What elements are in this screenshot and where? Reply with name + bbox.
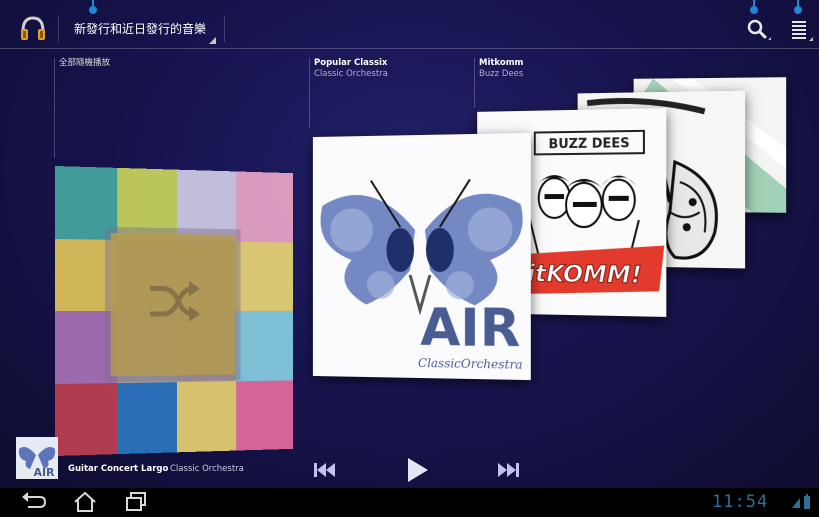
shuffle-all-label: 全部隨機播放 (59, 58, 111, 68)
previous-icon[interactable] (312, 460, 338, 484)
headphones-icon[interactable] (18, 13, 48, 43)
column-divider (54, 58, 55, 158)
status-clock: 11:54 (712, 492, 769, 512)
recent-apps-icon[interactable] (122, 491, 152, 513)
album-art-subtext: itKOMM! (527, 259, 642, 289)
album-header[interactable]: Popular Classix Classic Orchestra (314, 58, 388, 80)
column-divider (309, 58, 310, 128)
view-selector-label: 新發行和近日發行的音樂 (74, 22, 207, 36)
shuffle-icon (146, 275, 201, 329)
shuffle-tile (110, 232, 236, 377)
shuffle-color-tile (55, 311, 117, 384)
search-icon[interactable] (742, 14, 772, 44)
dropdown-corner-icon (209, 37, 216, 44)
album-header[interactable]: Mitkomm Buzz Dees (479, 58, 523, 80)
callout-marker (794, 0, 802, 14)
music-app: 新發行和近日發行的音樂 全部隨機播放 Popular Classix Class… (0, 0, 819, 488)
view-selector-dropdown[interactable]: 新發行和近日發行的音樂 (62, 10, 222, 48)
system-bar: 11:54 (0, 488, 819, 515)
album-title: Popular Classix (314, 58, 388, 68)
now-playing-bar: AIR Guitar Concert Largo Classic Orchest… (0, 432, 819, 488)
album-title: Mitkomm (479, 58, 524, 68)
album-art-text: AIR (420, 297, 520, 359)
shuffle-all-card[interactable] (55, 166, 293, 456)
shuffle-color-tile (55, 166, 117, 240)
shuffle-color-tile (235, 171, 293, 243)
thumb-art-text: AIR (33, 466, 55, 479)
shuffle-color-tile (235, 241, 293, 311)
callout-marker (750, 0, 758, 14)
divider (224, 16, 225, 42)
shuffle-color-tile (235, 311, 293, 381)
menu-icon[interactable] (786, 14, 814, 44)
shuffle-color-tile (176, 169, 236, 242)
divider (58, 16, 59, 42)
now-playing-title[interactable]: Guitar Concert Largo (68, 464, 168, 474)
shuffle-all-header[interactable]: 全部隨機播放 (59, 58, 110, 69)
home-icon[interactable] (70, 491, 100, 513)
play-icon[interactable] (404, 456, 430, 488)
now-playing-artist[interactable]: Classic Orchestra (170, 464, 244, 474)
shuffle-color-tile (55, 238, 117, 311)
back-icon[interactable] (18, 491, 48, 513)
next-icon[interactable] (495, 460, 521, 484)
action-bar: 新發行和近日發行的音樂 (0, 10, 819, 49)
album-art-text: BUZZ DEES (549, 136, 630, 152)
album-artist: Classic Orchestra (314, 69, 388, 79)
album-art-subtext: ClassicOrchestra (418, 356, 523, 372)
album-cover-popular-classix[interactable]: AIR ClassicOrchestra (312, 132, 531, 381)
signal-battery-icon (790, 494, 816, 514)
shuffle-color-tile (116, 167, 177, 241)
album-artist: Buzz Dees (479, 69, 524, 79)
now-playing-album-art[interactable]: AIR (16, 437, 58, 479)
column-divider (474, 58, 475, 108)
callout-marker (89, 0, 97, 14)
